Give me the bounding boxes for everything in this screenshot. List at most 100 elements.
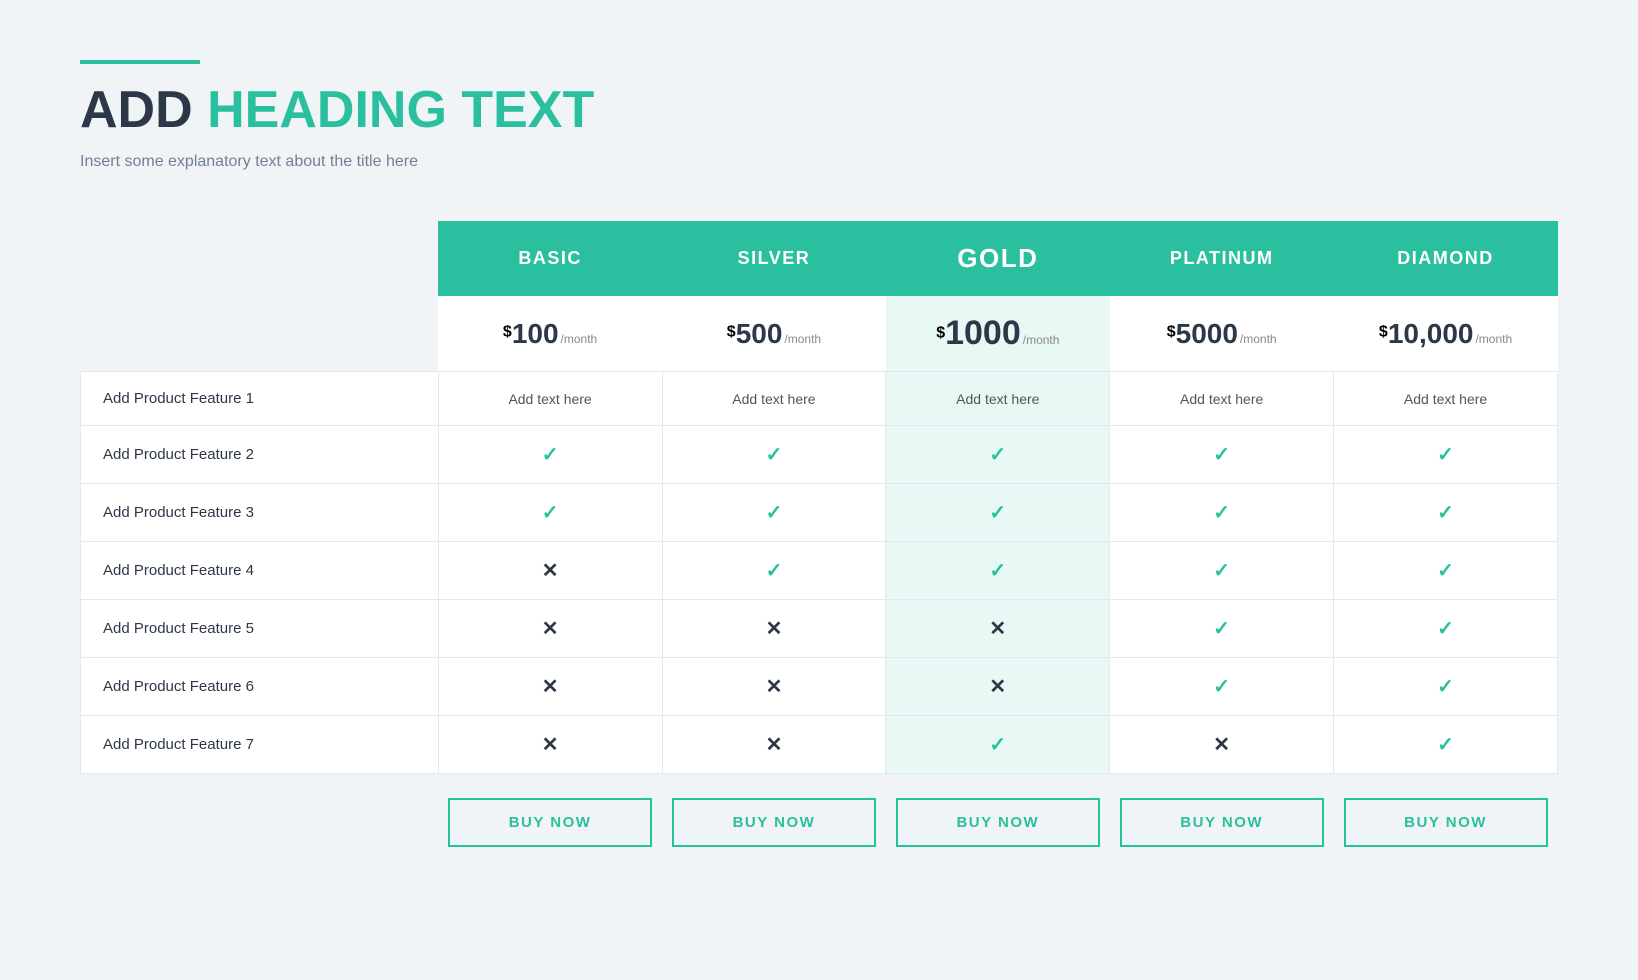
buy-diamond-button[interactable]: BUY NOW: [1344, 798, 1548, 847]
check-icon: ✓: [766, 560, 783, 582]
check-icon: ✓: [989, 734, 1006, 756]
feature-name-1: Add Product Feature 1: [81, 372, 439, 426]
feature-5-gold: ✕: [886, 600, 1110, 658]
feature-name-5: Add Product Feature 5: [81, 600, 439, 658]
check-icon: ✓: [1437, 502, 1454, 524]
feature-1-diamond: Add text here: [1334, 372, 1558, 426]
feature-3-diamond: ✓: [1334, 484, 1558, 542]
feature-2-silver: ✓: [662, 426, 886, 484]
feature-1-gold: Add text here: [886, 372, 1110, 426]
tier-basic-header: BASIC: [438, 221, 662, 296]
price-currency-diamond: $: [1379, 323, 1388, 340]
feature-7-gold: ✓: [886, 716, 1110, 774]
feature-7-basic: ✕: [438, 716, 662, 774]
feature-3-platinum: ✓: [1110, 484, 1334, 542]
check-icon: ✓: [1213, 444, 1230, 466]
check-icon: ✓: [1437, 734, 1454, 756]
buy-silver-cell: BUY NOW: [662, 774, 886, 848]
tier-header-row: BASIC SILVER GOLD PLATINUM DIAMOND: [81, 221, 1558, 296]
check-icon: ✓: [1213, 502, 1230, 524]
feature-row-6: Add Product Feature 6✕✕✕✓✓: [81, 658, 1558, 716]
cross-icon: ✕: [1213, 734, 1230, 756]
price-gold: $1000/month: [886, 296, 1110, 372]
buy-silver-button[interactable]: BUY NOW: [672, 798, 876, 847]
price-amount-basic: 100: [512, 318, 559, 349]
check-icon: ✓: [1213, 560, 1230, 582]
feature-7-diamond: ✓: [1334, 716, 1558, 774]
buy-platinum-cell: BUY NOW: [1110, 774, 1334, 848]
feature-4-silver: ✓: [662, 542, 886, 600]
pricing-table: BASIC SILVER GOLD PLATINUM DIAMOND $100/…: [80, 221, 1558, 847]
price-platinum: $5000/month: [1110, 296, 1334, 372]
feature-5-basic: ✕: [438, 600, 662, 658]
check-icon: ✓: [766, 502, 783, 524]
price-currency-basic: $: [503, 323, 512, 340]
price-row: $100/month $500/month $1000/month $5000/…: [81, 296, 1558, 372]
tier-platinum-header: PLATINUM: [1110, 221, 1334, 296]
price-period-gold: /month: [1023, 333, 1060, 347]
buy-basic-cell: BUY NOW: [438, 774, 662, 848]
feature-1-silver: Add text here: [662, 372, 886, 426]
buy-diamond-cell: BUY NOW: [1334, 774, 1558, 848]
feature-row-7: Add Product Feature 7✕✕✓✕✓: [81, 716, 1558, 774]
feature-2-platinum: ✓: [1110, 426, 1334, 484]
feature-6-gold: ✕: [886, 658, 1110, 716]
feature-3-gold: ✓: [886, 484, 1110, 542]
cross-icon: ✕: [542, 676, 559, 698]
feature-3-silver: ✓: [662, 484, 886, 542]
feature-name-6: Add Product Feature 6: [81, 658, 439, 716]
heading-dark: ADD: [80, 81, 207, 139]
cross-icon: ✕: [989, 618, 1006, 640]
check-icon: ✓: [542, 502, 559, 524]
price-period-basic: /month: [561, 332, 598, 346]
feature-2-basic: ✓: [438, 426, 662, 484]
feature-6-diamond: ✓: [1334, 658, 1558, 716]
feature-7-silver: ✕: [662, 716, 886, 774]
check-icon: ✓: [1437, 444, 1454, 466]
buy-platinum-button[interactable]: BUY NOW: [1120, 798, 1324, 847]
tier-gold-header: GOLD: [886, 221, 1110, 296]
price-period-diamond: /month: [1475, 332, 1512, 346]
check-icon: ✓: [766, 444, 783, 466]
tier-silver-header: SILVER: [662, 221, 886, 296]
tier-diamond-header: DIAMOND: [1334, 221, 1558, 296]
feature-name-3: Add Product Feature 3: [81, 484, 439, 542]
buy-gold-button[interactable]: BUY NOW: [896, 798, 1100, 847]
feature-name-7: Add Product Feature 7: [81, 716, 439, 774]
page-title: ADD HEADING TEXT: [80, 82, 1558, 139]
check-icon: ✓: [1437, 560, 1454, 582]
feature-7-platinum: ✕: [1110, 716, 1334, 774]
feature-3-basic: ✓: [438, 484, 662, 542]
price-currency-silver: $: [727, 323, 736, 340]
price-amount-diamond: 10,000: [1388, 318, 1474, 349]
feature-6-silver: ✕: [662, 658, 886, 716]
feature-2-diamond: ✓: [1334, 426, 1558, 484]
price-currency-platinum: $: [1167, 323, 1176, 340]
feature-row-1: Add Product Feature 1Add text hereAdd te…: [81, 372, 1558, 426]
empty-buy-cell: [81, 774, 439, 848]
heading-accent: HEADING TEXT: [207, 81, 594, 139]
price-currency-gold: $: [936, 325, 945, 342]
check-icon: ✓: [989, 444, 1006, 466]
feature-name-4: Add Product Feature 4: [81, 542, 439, 600]
price-amount-silver: 500: [736, 318, 783, 349]
empty-header-cell: [81, 221, 439, 296]
check-icon: ✓: [1213, 618, 1230, 640]
page-subheading: Insert some explanatory text about the t…: [80, 153, 1558, 171]
feature-row-4: Add Product Feature 4✕✓✓✓✓: [81, 542, 1558, 600]
buy-basic-button[interactable]: BUY NOW: [448, 798, 652, 847]
cross-icon: ✕: [542, 618, 559, 640]
price-basic: $100/month: [438, 296, 662, 372]
price-diamond: $10,000/month: [1334, 296, 1558, 372]
price-amount-platinum: 5000: [1176, 318, 1238, 349]
feature-5-platinum: ✓: [1110, 600, 1334, 658]
feature-4-diamond: ✓: [1334, 542, 1558, 600]
check-icon: ✓: [989, 560, 1006, 582]
feature-4-platinum: ✓: [1110, 542, 1334, 600]
check-icon: ✓: [1213, 676, 1230, 698]
header-line: [80, 60, 200, 64]
price-silver: $500/month: [662, 296, 886, 372]
price-period-platinum: /month: [1240, 332, 1277, 346]
feature-name-2: Add Product Feature 2: [81, 426, 439, 484]
feature-4-gold: ✓: [886, 542, 1110, 600]
